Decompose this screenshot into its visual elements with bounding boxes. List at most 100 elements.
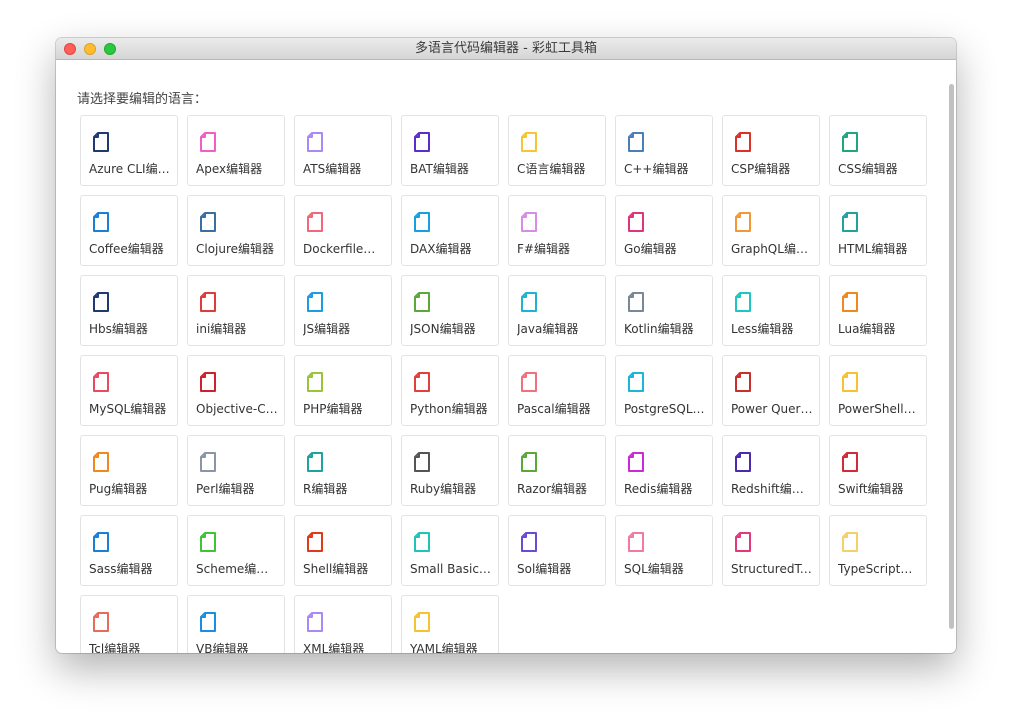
language-card[interactable]: Less编辑器	[722, 275, 820, 346]
language-card-label: Less编辑器	[731, 322, 794, 336]
file-icon	[840, 291, 860, 313]
language-card[interactable]: ATS编辑器	[294, 115, 392, 186]
language-card[interactable]: C++编辑器	[615, 115, 713, 186]
language-card-label: Azure CLI编辑器	[89, 162, 171, 176]
language-card[interactable]: YAML编辑器	[401, 595, 499, 653]
file-icon	[198, 371, 218, 393]
language-card-label: GraphQL编辑器	[731, 242, 813, 256]
language-card[interactable]: CSP编辑器	[722, 115, 820, 186]
language-card-label: Go编辑器	[624, 242, 677, 256]
main-content: 请选择要编辑的语言： Azure CLI编辑器 Apex编辑器 ATS编辑器 BAT编…	[56, 60, 956, 653]
language-card[interactable]: Coffee编辑器	[80, 195, 178, 266]
language-card[interactable]: ini编辑器	[187, 275, 285, 346]
language-card[interactable]: Hbs编辑器	[80, 275, 178, 346]
language-card-label: MySQL编辑器	[89, 402, 167, 416]
language-card[interactable]: TypeScript编辑器	[829, 515, 927, 586]
file-icon	[626, 371, 646, 393]
language-card-label: Pascal编辑器	[517, 402, 591, 416]
language-card-label: PowerShell编辑器	[838, 402, 920, 416]
file-icon	[733, 451, 753, 473]
language-card[interactable]: Python编辑器	[401, 355, 499, 426]
language-card[interactable]: CSS编辑器	[829, 115, 927, 186]
file-icon	[733, 211, 753, 233]
language-card[interactable]: Perl编辑器	[187, 435, 285, 506]
language-card[interactable]: VB编辑器	[187, 595, 285, 653]
language-card[interactable]: Dockerfile编辑器	[294, 195, 392, 266]
language-card[interactable]: JS编辑器	[294, 275, 392, 346]
language-card[interactable]: Razor编辑器	[508, 435, 606, 506]
language-card[interactable]: C语言编辑器	[508, 115, 606, 186]
language-card[interactable]: GraphQL编辑器	[722, 195, 820, 266]
language-card-label: JS编辑器	[303, 322, 351, 336]
language-card-label: Scheme编辑器	[196, 562, 278, 576]
language-card-label: C语言编辑器	[517, 162, 586, 176]
language-card[interactable]: Lua编辑器	[829, 275, 927, 346]
language-card[interactable]: PowerShell编辑器	[829, 355, 927, 426]
language-card[interactable]: StructuredText编辑器	[722, 515, 820, 586]
app-window: 多语言代码编辑器 - 彩虹工具箱 请选择要编辑的语言： Azure CLI编辑器…	[56, 38, 956, 653]
language-card-label: Sass编辑器	[89, 562, 153, 576]
file-icon	[91, 451, 111, 473]
language-card[interactable]: Clojure编辑器	[187, 195, 285, 266]
language-card-label: F#编辑器	[517, 242, 570, 256]
language-card[interactable]: Go编辑器	[615, 195, 713, 266]
file-icon	[305, 291, 325, 313]
language-card-label: JSON编辑器	[410, 322, 476, 336]
language-card[interactable]: PostgreSQL编辑器	[615, 355, 713, 426]
language-card[interactable]: SQL编辑器	[615, 515, 713, 586]
language-card[interactable]: Java编辑器	[508, 275, 606, 346]
language-card-label: StructuredText编辑器	[731, 562, 813, 576]
language-card[interactable]: HTML编辑器	[829, 195, 927, 266]
file-icon	[519, 531, 539, 553]
language-card-label: ini编辑器	[196, 322, 247, 336]
language-card[interactable]: Redshift编辑器	[722, 435, 820, 506]
language-card[interactable]: Sol编辑器	[508, 515, 606, 586]
language-card-label: Shell编辑器	[303, 562, 369, 576]
language-card-label: DAX编辑器	[410, 242, 472, 256]
language-card[interactable]: R编辑器	[294, 435, 392, 506]
file-icon	[840, 371, 860, 393]
language-card[interactable]: Objective-C编辑器	[187, 355, 285, 426]
language-card[interactable]: DAX编辑器	[401, 195, 499, 266]
file-icon	[412, 371, 432, 393]
file-icon	[198, 131, 218, 153]
language-card[interactable]: Azure CLI编辑器	[80, 115, 178, 186]
language-card[interactable]: Small Basic编辑器	[401, 515, 499, 586]
language-card[interactable]: Scheme编辑器	[187, 515, 285, 586]
language-card[interactable]: Pug编辑器	[80, 435, 178, 506]
language-card[interactable]: Shell编辑器	[294, 515, 392, 586]
language-card-label: Dockerfile编辑器	[303, 242, 385, 256]
vertical-scrollbar[interactable]	[949, 84, 954, 629]
language-card-label: Power Query编辑器	[731, 402, 813, 416]
language-card-label: VB编辑器	[196, 642, 249, 653]
language-card[interactable]: Power Query编辑器	[722, 355, 820, 426]
language-card[interactable]: BAT编辑器	[401, 115, 499, 186]
language-card-label: Small Basic编辑器	[410, 562, 492, 576]
language-card[interactable]: Ruby编辑器	[401, 435, 499, 506]
file-icon	[733, 371, 753, 393]
language-card[interactable]: Sass编辑器	[80, 515, 178, 586]
file-icon	[840, 131, 860, 153]
language-card-label: C++编辑器	[624, 162, 689, 176]
language-card[interactable]: Tcl编辑器	[80, 595, 178, 653]
language-card[interactable]: Kotlin编辑器	[615, 275, 713, 346]
language-card-label: SQL编辑器	[624, 562, 684, 576]
file-icon	[305, 131, 325, 153]
language-card-label: YAML编辑器	[410, 642, 478, 653]
file-icon	[198, 451, 218, 473]
language-card[interactable]: XML编辑器	[294, 595, 392, 653]
language-card-label: Tcl编辑器	[89, 642, 141, 653]
language-card[interactable]: Redis编辑器	[615, 435, 713, 506]
file-icon	[91, 371, 111, 393]
file-icon	[626, 291, 646, 313]
file-icon	[305, 211, 325, 233]
language-card[interactable]: JSON编辑器	[401, 275, 499, 346]
file-icon	[519, 371, 539, 393]
language-card[interactable]: Pascal编辑器	[508, 355, 606, 426]
language-card[interactable]: F#编辑器	[508, 195, 606, 266]
language-card[interactable]: Swift编辑器	[829, 435, 927, 506]
language-card[interactable]: MySQL编辑器	[80, 355, 178, 426]
language-card[interactable]: PHP编辑器	[294, 355, 392, 426]
language-card[interactable]: Apex编辑器	[187, 115, 285, 186]
language-card-label: CSP编辑器	[731, 162, 791, 176]
